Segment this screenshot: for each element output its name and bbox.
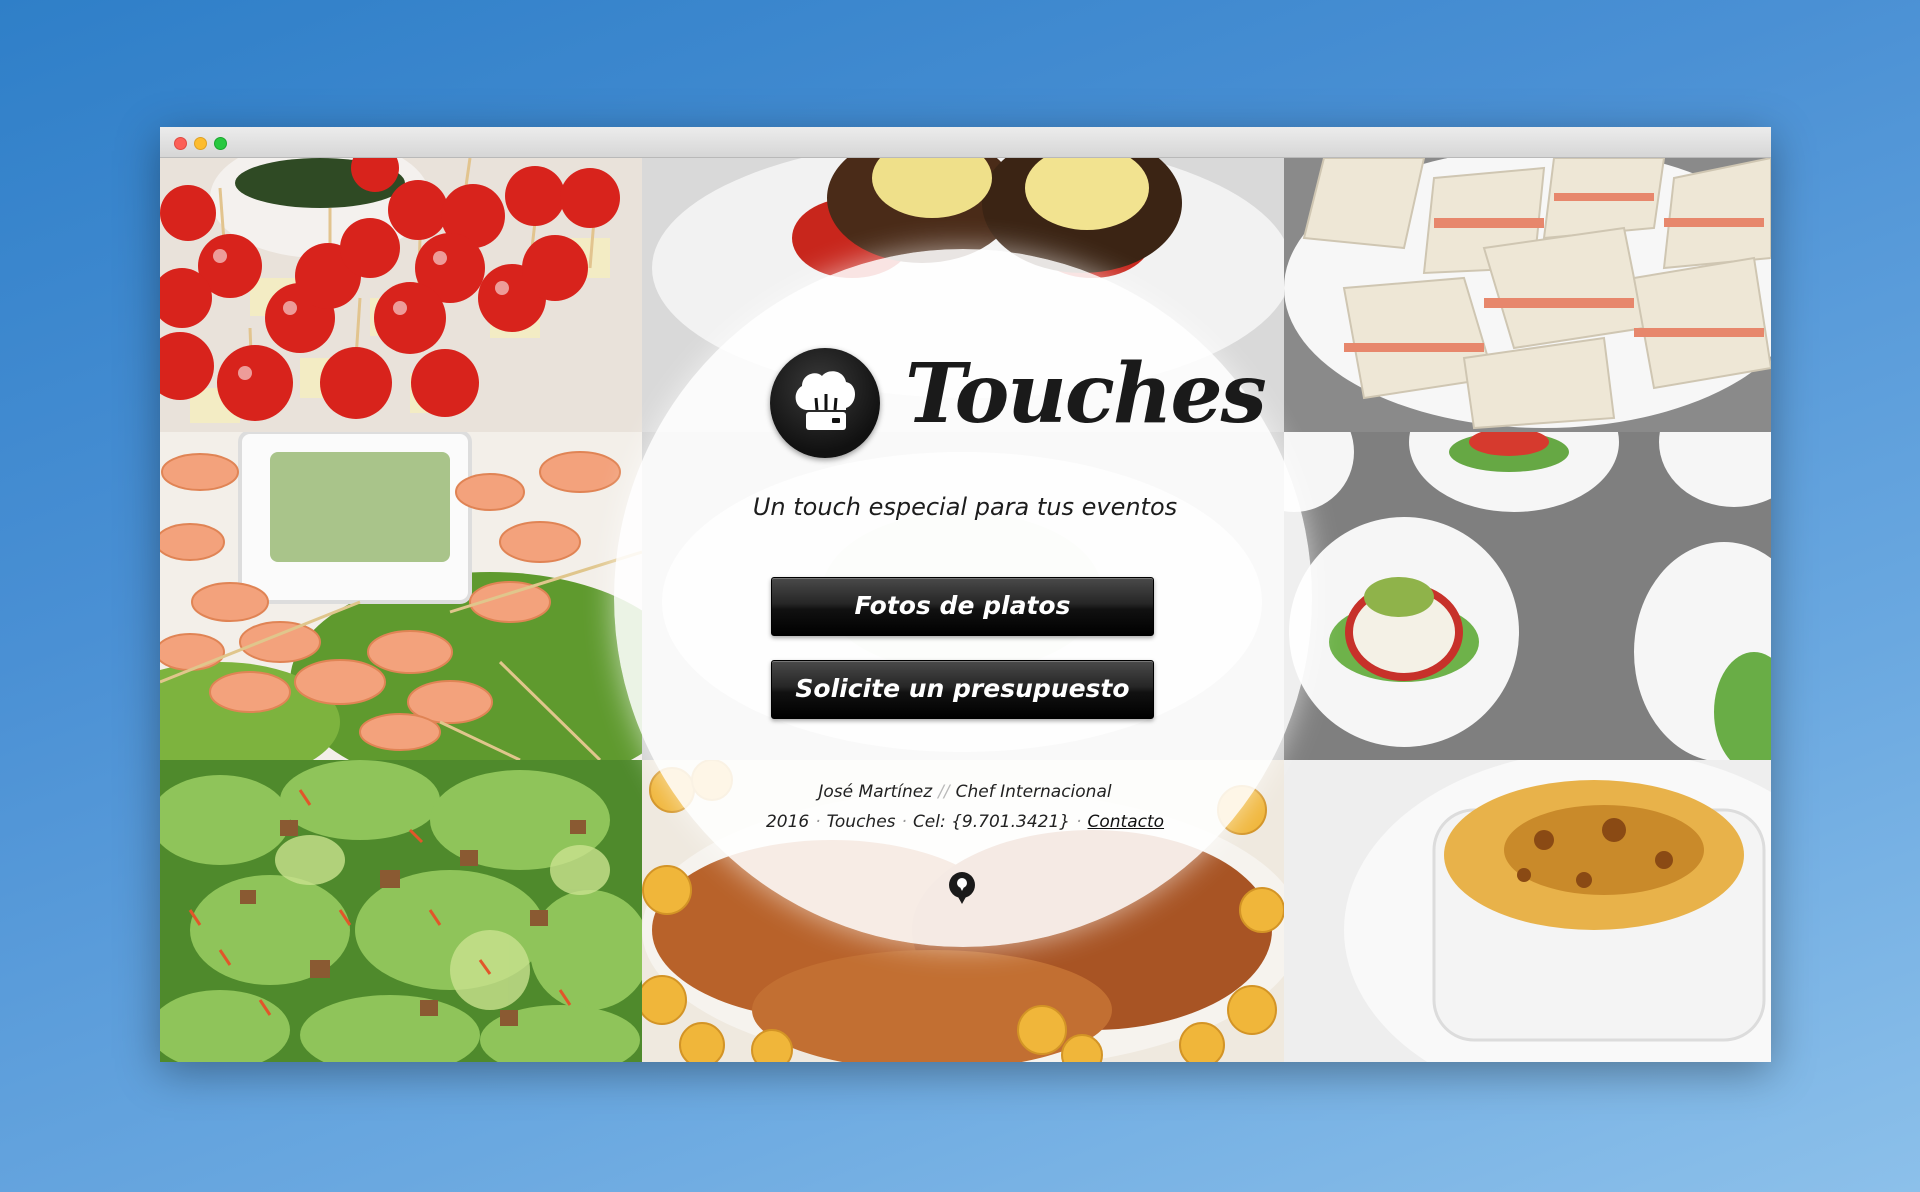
chef-title: Chef Internacional [955, 782, 1112, 802]
photo-shrimp-skewers [160, 432, 642, 760]
photo-tomato-skewers [160, 158, 642, 432]
minimize-window-button[interactable] [194, 137, 207, 150]
footer-credits: José Martínez//Chef Internacional 2016 · T… [720, 777, 1210, 837]
dot-separator: · [1076, 812, 1082, 832]
contact-link[interactable]: Contacto [1088, 812, 1165, 832]
photo-sandwiches [1284, 158, 1771, 432]
brand-name: Touches [905, 346, 1267, 442]
chef-line: José Martínez//Chef Internacional [720, 777, 1210, 807]
phone: Cel: {9.701.3421} [912, 812, 1071, 832]
dot-separator: · [815, 812, 821, 832]
map-pin-icon[interactable] [947, 871, 977, 905]
tagline: Un touch especial para tus eventos [752, 493, 1178, 521]
landing-page: Touches Un touch especial para tus event… [160, 158, 1771, 1062]
maximize-window-button[interactable] [214, 137, 227, 150]
brand-logo[interactable]: Touches [770, 346, 1267, 458]
close-window-button[interactable] [174, 137, 187, 150]
request-quote-button[interactable]: Solicite un presupuesto [771, 660, 1154, 719]
info-line: 2016 · Touches · Cel: {9.701.3421} · Contacto [720, 807, 1210, 837]
browser-window: Touches Un touch especial para tus event… [160, 127, 1771, 1062]
photo-caprese-plates [1284, 432, 1771, 760]
separator: // [938, 782, 950, 802]
photos-button[interactable]: Fotos de platos [771, 577, 1154, 636]
photo-gratin-ramekin [1284, 760, 1771, 1062]
chef-name: José Martínez [818, 782, 933, 802]
chef-hat-icon [770, 348, 880, 458]
photo-green-salad [160, 760, 642, 1062]
dot-separator: · [901, 812, 907, 832]
year: 2016 [765, 812, 810, 832]
company-name: Touches [826, 812, 896, 832]
window-titlebar [160, 127, 1771, 158]
